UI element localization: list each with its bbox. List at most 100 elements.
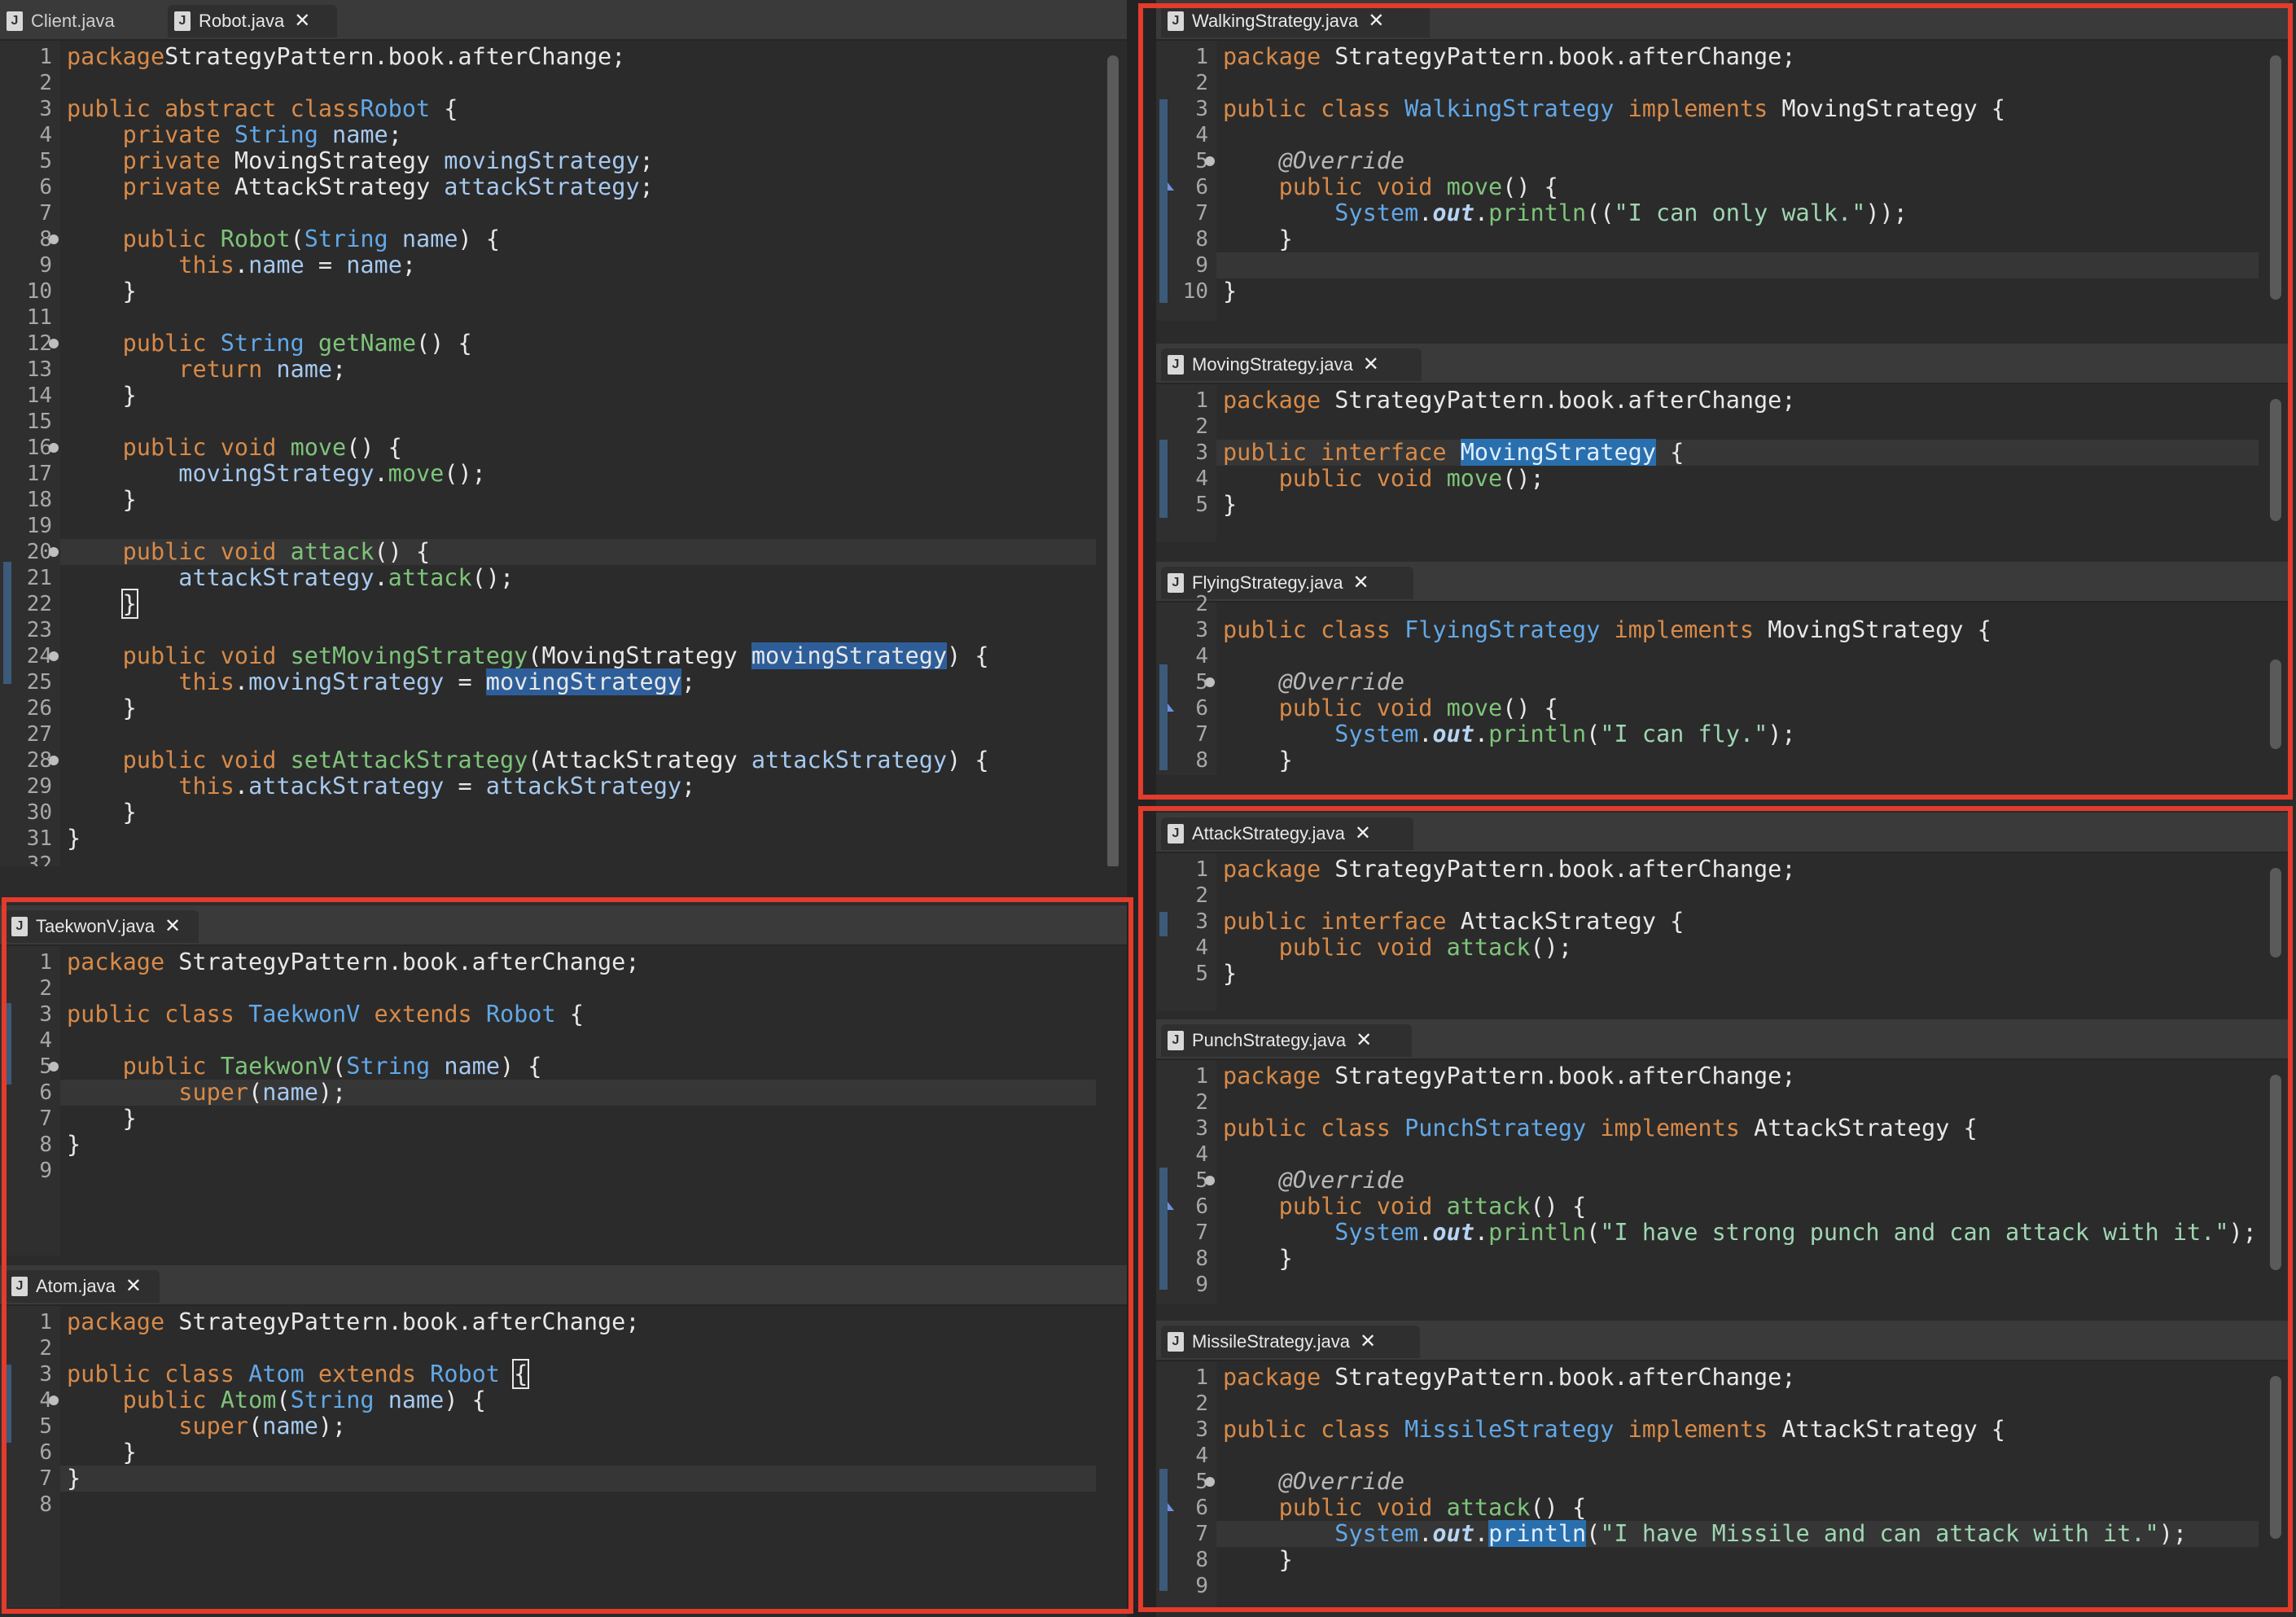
- fold-toggle-icon[interactable]: [49, 756, 59, 765]
- tab-atom-java[interactable]: J Atom.java ✕: [5, 1270, 160, 1303]
- tab-missilestrategy-java[interactable]: J MissileStrategy.java ✕: [1161, 1326, 1420, 1358]
- code-area[interactable]: public class FlyingStrategy implements M…: [1216, 603, 2289, 775]
- fold-toggle-icon[interactable]: [49, 443, 59, 453]
- code-editor[interactable]: 1 2 3 4 5 6 7 8 9 10 11 12 13 14 15 16 17 18 19 20 21 22 23 24 2…: [0, 41, 1127, 866]
- code-line: public void attack() {: [60, 539, 1096, 565]
- line-number: 2: [1195, 592, 1208, 617]
- close-icon[interactable]: ✕: [1352, 573, 1369, 593]
- tab-punchstrategy-java[interactable]: J PunchStrategy.java ✕: [1161, 1024, 1412, 1057]
- vertical-scrollbar[interactable]: [2270, 55, 2281, 300]
- tab-label: MovingStrategy.java: [1192, 354, 1353, 375]
- code-line: public void attack() {: [1216, 1495, 2259, 1521]
- code-line: }: [60, 487, 1096, 513]
- code-line: }: [60, 1132, 1096, 1158]
- fold-toggle-icon[interactable]: [49, 234, 59, 244]
- close-icon[interactable]: ✕: [1356, 1031, 1372, 1050]
- code-token: .: [1418, 1219, 1433, 1246]
- line-number: 17: [26, 462, 52, 486]
- code-line: this.attackStrategy = attackStrategy;: [60, 773, 1096, 800]
- code-editor[interactable]: 12345678 package StrategyPattern.book.af…: [0, 1306, 1127, 1607]
- fold-toggle-icon[interactable]: [1205, 1176, 1215, 1185]
- code-token: () {: [346, 434, 402, 461]
- code-area[interactable]: package StrategyPattern.book.afterChange…: [1216, 853, 2289, 1011]
- code-token: String: [290, 1387, 375, 1413]
- line-number: 32: [26, 852, 52, 866]
- code-editor[interactable]: 123456789 package StrategyPattern.book.a…: [1156, 1361, 2289, 1607]
- code-area[interactable]: packageStrategyPattern.book.afterChange;…: [60, 41, 1127, 866]
- line-number: 2: [1195, 1391, 1208, 1416]
- fold-toggle-icon[interactable]: [49, 547, 59, 557]
- line-number: 2: [39, 1336, 52, 1361]
- vertical-scrollbar[interactable]: [2270, 1075, 2281, 1270]
- vertical-scrollbar[interactable]: [2270, 1376, 2281, 1539]
- fold-toggle-icon[interactable]: [49, 339, 59, 348]
- pane-divider[interactable]: [1127, 0, 1156, 1617]
- taekwonv-editor-pane: J TaekwonV.java ✕ 123456789 package Stra…: [0, 905, 1127, 1255]
- code-token: implements: [1614, 616, 1755, 644]
- tab-taekwonv-java[interactable]: J TaekwonV.java ✕: [5, 910, 199, 943]
- code-token: );: [1768, 721, 1796, 748]
- tab-client-java[interactable]: J Client.java: [0, 5, 163, 37]
- code-area[interactable]: package StrategyPattern.book.afterChange…: [1216, 1361, 2289, 1607]
- code-token: }: [67, 278, 137, 305]
- code-token: (: [1586, 1219, 1601, 1246]
- close-icon[interactable]: ✕: [1368, 11, 1384, 31]
- code-token: package: [1223, 43, 1321, 70]
- code-editor[interactable]: 123456789 package StrategyPattern.book.a…: [1156, 1060, 2289, 1304]
- code-token: StrategyPattern.book.afterChange;: [164, 949, 640, 975]
- code-line: @Override: [1216, 1168, 2259, 1194]
- tab-walkingstrategy-java[interactable]: J WalkingStrategy.java ✕: [1161, 5, 1430, 37]
- tab-robot-java[interactable]: J Robot.java ✕: [168, 5, 337, 37]
- code-token: (: [276, 1387, 291, 1413]
- fold-toggle-icon[interactable]: [49, 651, 59, 661]
- close-icon[interactable]: ✕: [164, 917, 181, 936]
- fold-toggle-icon[interactable]: [1205, 156, 1215, 166]
- code-area[interactable]: package StrategyPattern.book.afterChange…: [1216, 41, 2289, 321]
- fold-toggle-icon[interactable]: [49, 1062, 59, 1071]
- vertical-scrollbar[interactable]: [2270, 868, 2281, 957]
- code-editor[interactable]: 12345 package StrategyPattern.book.after…: [1156, 853, 2289, 1011]
- code-editor[interactable]: 1 2 3 4 5 6 7 8 9 10 package StrategyPattern.book…: [1156, 41, 2289, 321]
- code-area[interactable]: package StrategyPattern.book.afterChange…: [1216, 1060, 2289, 1304]
- code-area[interactable]: package StrategyPattern.book.afterChange…: [60, 946, 1127, 1255]
- fold-toggle-icon[interactable]: [1205, 677, 1215, 688]
- close-icon[interactable]: ✕: [294, 11, 310, 31]
- code-line: }: [60, 589, 1096, 619]
- vertical-scrollbar[interactable]: [1107, 55, 1119, 866]
- fold-toggle-icon[interactable]: [1205, 1477, 1215, 1487]
- vertical-scrollbar[interactable]: [2270, 660, 2281, 749]
- vertical-scrollbar[interactable]: [2270, 399, 2281, 521]
- code-token: String: [234, 121, 318, 148]
- code-token: }: [67, 486, 137, 513]
- code-token: movingStrategy: [444, 147, 640, 174]
- tab-attackstrategy-java[interactable]: J AttackStrategy.java ✕: [1161, 817, 1413, 850]
- fold-toggle-icon[interactable]: [49, 1396, 59, 1405]
- attack-editor-pane: J AttackStrategy.java ✕ 12345 package St…: [1156, 813, 2289, 1011]
- code-area[interactable]: package StrategyPattern.book.afterChange…: [60, 1306, 1127, 1607]
- code-editor[interactable]: 123456789 package StrategyPattern.book.a…: [0, 946, 1127, 1255]
- code-token: package: [1223, 856, 1321, 883]
- code-area[interactable]: package StrategyPattern.book.afterChange…: [1216, 384, 2289, 542]
- code-token: String: [346, 1053, 431, 1080]
- code-token: name: [346, 252, 402, 278]
- change-ruler-marker: [3, 1365, 11, 1443]
- close-icon[interactable]: ✕: [1363, 355, 1379, 375]
- code-editor[interactable]: 2345678 public class FlyingStrategy impl…: [1156, 592, 2289, 775]
- code-editor[interactable]: 12345 package StrategyPattern.book.after…: [1156, 384, 2289, 542]
- code-token: }: [67, 825, 81, 852]
- close-icon[interactable]: ✕: [1360, 1332, 1376, 1352]
- close-icon[interactable]: ✕: [125, 1277, 142, 1296]
- close-icon[interactable]: ✕: [1355, 824, 1371, 844]
- tab-movingstrategy-java[interactable]: J MovingStrategy.java ✕: [1161, 348, 1422, 381]
